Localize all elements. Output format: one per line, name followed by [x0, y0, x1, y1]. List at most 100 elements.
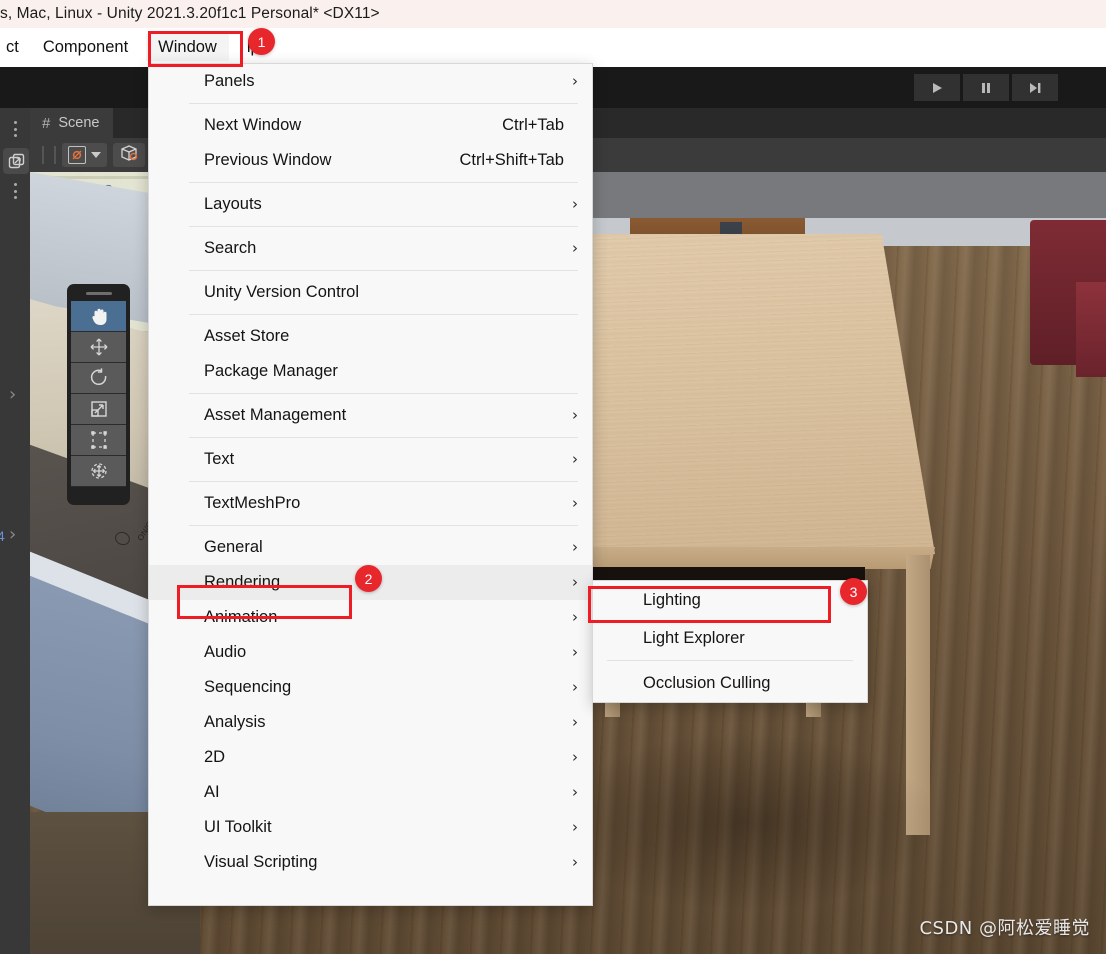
- menu-item-label: Unity Version Control: [204, 283, 359, 301]
- rail-overflow-dots-bottom-icon[interactable]: [8, 180, 22, 202]
- menu-item-label: Text: [204, 450, 235, 468]
- menu-item-search[interactable]: Search ›: [149, 231, 592, 266]
- menu-item-ui-toolkit[interactable]: UI Toolkit ›: [149, 810, 592, 845]
- menu-separator: [189, 226, 578, 227]
- menu-item-label: Package Manager: [204, 362, 338, 380]
- chevron-right-icon: ›: [572, 818, 578, 836]
- menu-item-animation[interactable]: Animation ›: [149, 600, 592, 635]
- scene-draw-mode-dropdown[interactable]: [62, 143, 107, 167]
- red-sofa-2: [1076, 282, 1106, 377]
- menu-item-label: Panels: [204, 72, 255, 90]
- rail-expand-chevron-2-icon[interactable]: ›: [9, 526, 16, 544]
- menu-item-layouts[interactable]: Layouts ›: [149, 187, 592, 222]
- window-titlebar: s, Mac, Linux - Unity 2021.3.20f1c1 Pers…: [0, 0, 1106, 28]
- chevron-right-icon: ›: [572, 713, 578, 731]
- toolbar-divider-2: [54, 146, 56, 164]
- chevron-right-icon: ›: [572, 608, 578, 626]
- menu-item-shortcut: Ctrl+Shift+Tab: [459, 151, 564, 169]
- menu-separator: [189, 103, 578, 104]
- chevron-right-icon: ›: [572, 643, 578, 661]
- submenu-item-occlusion-culling[interactable]: Occlusion Culling: [593, 664, 867, 702]
- menu-item-label: Next Window: [204, 116, 302, 134]
- menubar-item-window[interactable]: Window: [146, 34, 229, 61]
- menu-item-analysis[interactable]: Analysis ›: [149, 705, 592, 740]
- menu-separator: [189, 437, 578, 438]
- window-dropdown-menu: Panels › Next Window Ctrl+Tab Previous Windo…: [148, 63, 593, 906]
- menu-item-sequencing[interactable]: Sequencing ›: [149, 670, 592, 705]
- menubar-item-component[interactable]: Component: [31, 34, 140, 61]
- menu-item-label: 2D: [204, 748, 226, 766]
- rail-overflow-dots-top-icon[interactable]: [8, 118, 22, 140]
- rotate-tool-button[interactable]: [71, 363, 126, 394]
- cube-icon: [119, 144, 139, 167]
- unity-editor-screenshot: s, Mac, Linux - Unity 2021.3.20f1c1 Pers…: [0, 0, 1106, 954]
- menu-item-label: AI: [204, 783, 220, 801]
- menu-separator: [189, 481, 578, 482]
- menu-item-2d[interactable]: 2D ›: [149, 740, 592, 775]
- rail-open-panel-button[interactable]: [3, 148, 29, 174]
- scene-2d-3d-toggle[interactable]: [113, 143, 145, 167]
- chevron-right-icon: ›: [572, 853, 578, 871]
- menu-item-label: Visual Scripting: [204, 853, 318, 871]
- move-tool-button[interactable]: [71, 332, 126, 363]
- rect-transform-tool-button[interactable]: [71, 425, 126, 456]
- chevron-right-icon: ›: [572, 748, 578, 766]
- chevron-right-icon: ›: [572, 494, 578, 512]
- submenu-item-lighting[interactable]: Lighting: [593, 581, 867, 619]
- chevron-right-icon: ›: [572, 450, 578, 468]
- menu-item-label: General: [204, 538, 263, 556]
- menu-item-text[interactable]: Text ›: [149, 442, 592, 477]
- scale-tool-button[interactable]: [71, 394, 126, 425]
- menu-item-textmeshpro[interactable]: TextMeshPro ›: [149, 486, 592, 521]
- menu-item-label: Asset Store: [204, 327, 290, 345]
- submenu-separator: [607, 660, 853, 661]
- scene-hash-icon: #: [42, 114, 51, 132]
- menu-item-general[interactable]: General ›: [149, 530, 592, 565]
- menu-item-next-window[interactable]: Next Window Ctrl+Tab: [149, 108, 592, 143]
- menu-item-label: TextMeshPro: [204, 494, 301, 512]
- editor-left-rail: › 4 ›: [0, 108, 30, 954]
- step-button[interactable]: [1012, 74, 1058, 101]
- play-button[interactable]: [914, 74, 960, 101]
- hand-tool-button[interactable]: [71, 301, 126, 332]
- menu-item-previous-window[interactable]: Previous Window Ctrl+Shift+Tab: [149, 143, 592, 178]
- menu-item-asset-store[interactable]: Asset Store: [149, 319, 592, 354]
- annotation-badge-3: 3: [840, 578, 867, 605]
- transform-tool-button[interactable]: [71, 456, 126, 487]
- menu-item-package-manager[interactable]: Package Manager: [149, 354, 592, 389]
- rail-index-label: 4: [0, 528, 5, 544]
- menu-item-label: UI Toolkit: [204, 818, 272, 836]
- menu-separator: [189, 393, 578, 394]
- chevron-right-icon: ›: [572, 72, 578, 90]
- application-menubar: ct Component Window lp: [0, 28, 1106, 67]
- pause-button[interactable]: [963, 74, 1009, 101]
- menu-item-label: Analysis: [204, 713, 266, 731]
- tab-scene[interactable]: # Scene: [30, 108, 114, 138]
- scene-tools-palette: [67, 284, 130, 505]
- menu-item-label: Search: [204, 239, 257, 257]
- menu-item-visual-scripting[interactable]: Visual Scripting ›: [149, 845, 592, 880]
- chevron-right-icon: ›: [572, 538, 578, 556]
- table-shadow: [550, 732, 940, 912]
- tab-scene-label: Scene: [58, 115, 100, 131]
- toolbar-divider: [42, 146, 44, 164]
- window-title: s, Mac, Linux - Unity 2021.3.20f1c1 Pers…: [0, 5, 380, 22]
- menu-item-panels[interactable]: Panels ›: [149, 64, 592, 99]
- palette-drag-handle[interactable]: [85, 292, 112, 295]
- submenu-item-light-explorer[interactable]: Light Explorer: [593, 619, 867, 657]
- chevron-right-icon: ›: [572, 195, 578, 213]
- menu-separator: [189, 525, 578, 526]
- rail-expand-chevron-icon[interactable]: ›: [9, 386, 16, 404]
- chevron-right-icon: ›: [572, 406, 578, 424]
- annotation-badge-2: 2: [355, 565, 382, 592]
- menu-item-label: Rendering: [204, 573, 281, 591]
- menu-item-ai[interactable]: AI ›: [149, 775, 592, 810]
- menu-item-unity-version-control[interactable]: Unity Version Control: [149, 275, 592, 310]
- menu-item-asset-management[interactable]: Asset Management ›: [149, 398, 592, 433]
- menu-item-label: Asset Management: [204, 406, 347, 424]
- menu-item-label: Layouts: [204, 195, 262, 213]
- menubar-item-ct[interactable]: ct: [0, 34, 31, 61]
- annotation-badge-1: 1: [248, 28, 275, 55]
- menu-item-audio[interactable]: Audio ›: [149, 635, 592, 670]
- chevron-right-icon: ›: [572, 678, 578, 696]
